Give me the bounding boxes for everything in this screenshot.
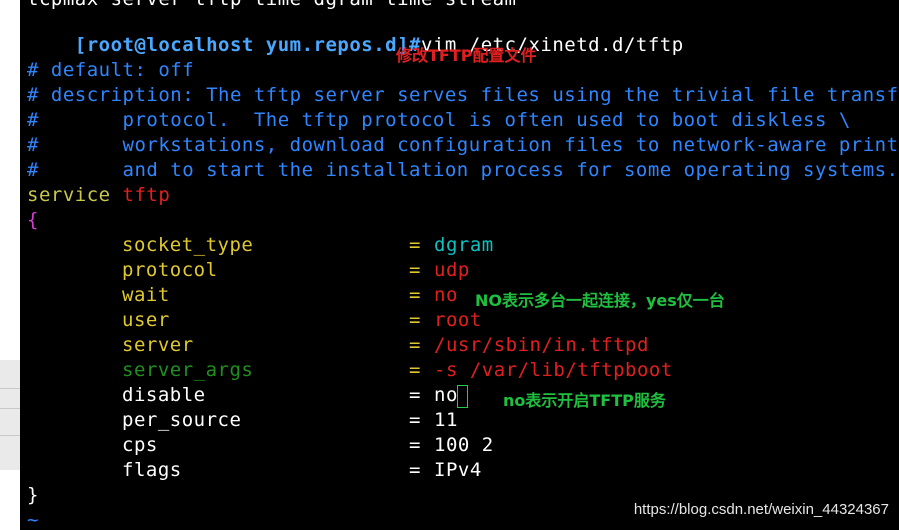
- equals-sign: =: [409, 309, 421, 331]
- annotation-wait: NO表示多台一起连接，yes仅一台: [475, 291, 725, 310]
- equals-sign: =: [409, 384, 421, 406]
- setting-key: cps: [122, 434, 158, 456]
- service-line: service tftp: [27, 183, 170, 208]
- setting-key: disable: [122, 384, 206, 406]
- divider: [0, 388, 20, 389]
- setting-value: IPv4: [434, 459, 482, 481]
- service-name: tftp: [122, 184, 171, 206]
- divider: [0, 435, 20, 436]
- setting-value: root: [434, 309, 482, 331]
- annotation-disable: no表示开启TFTP服务: [503, 391, 666, 410]
- service-keyword: service: [27, 184, 111, 206]
- setting-key: socket_type: [122, 234, 254, 256]
- empty-line-tilde: ~: [27, 509, 39, 530]
- equals-sign: =: [409, 259, 421, 281]
- setting-key: wait: [122, 284, 170, 306]
- setting-key: server_args: [122, 359, 254, 381]
- setting-value: /usr/sbin/in.tftpd: [434, 334, 649, 356]
- left-side-panel: [0, 0, 20, 530]
- terminal-window[interactable]: tcpmax server tftp time dgram time strea…: [20, 0, 899, 530]
- equals-sign: =: [409, 284, 421, 306]
- comment-line: # default: off: [27, 59, 195, 81]
- equals-sign: =: [409, 459, 421, 481]
- side-panel-shade: [0, 360, 20, 470]
- setting-key: flags: [122, 459, 182, 481]
- annotation-title: 修改TFTP配置文件: [396, 46, 537, 65]
- equals-sign: =: [409, 409, 421, 431]
- close-brace: }: [27, 484, 39, 506]
- setting-value: dgram: [434, 234, 494, 256]
- setting-value: 100 2: [434, 434, 494, 456]
- command-line: [root@localhost yum.repos.d]#vim /etc/xi…: [27, 8, 684, 56]
- comment-line: # protocol. The tftp protocol is often u…: [27, 109, 851, 131]
- setting-key: user: [122, 309, 170, 331]
- setting-key: protocol: [122, 259, 218, 281]
- setting-value: no: [434, 284, 458, 306]
- setting-key: server: [122, 334, 194, 356]
- setting-value: udp: [434, 259, 470, 281]
- open-brace: {: [27, 209, 39, 231]
- comment-line: # workstations, download configuration f…: [27, 134, 899, 156]
- equals-sign: =: [409, 359, 421, 381]
- comment-line: # and to start the installation process …: [27, 159, 899, 181]
- watermark: https://blog.csdn.net/weixin_44324367: [633, 501, 889, 518]
- setting-value: no: [434, 384, 458, 406]
- setting-value: 11: [434, 409, 458, 431]
- equals-sign: =: [409, 334, 421, 356]
- equals-sign: =: [409, 434, 421, 456]
- equals-sign: =: [409, 234, 421, 256]
- shell-prompt: [root@localhost yum.repos.d]#: [74, 34, 421, 56]
- text-cursor: [457, 385, 468, 408]
- divider: [0, 408, 20, 409]
- setting-value: -s /var/lib/tftpboot: [434, 359, 673, 381]
- comment-line: # description: The tftp server serves fi…: [27, 84, 899, 106]
- setting-key: per_source: [122, 409, 242, 431]
